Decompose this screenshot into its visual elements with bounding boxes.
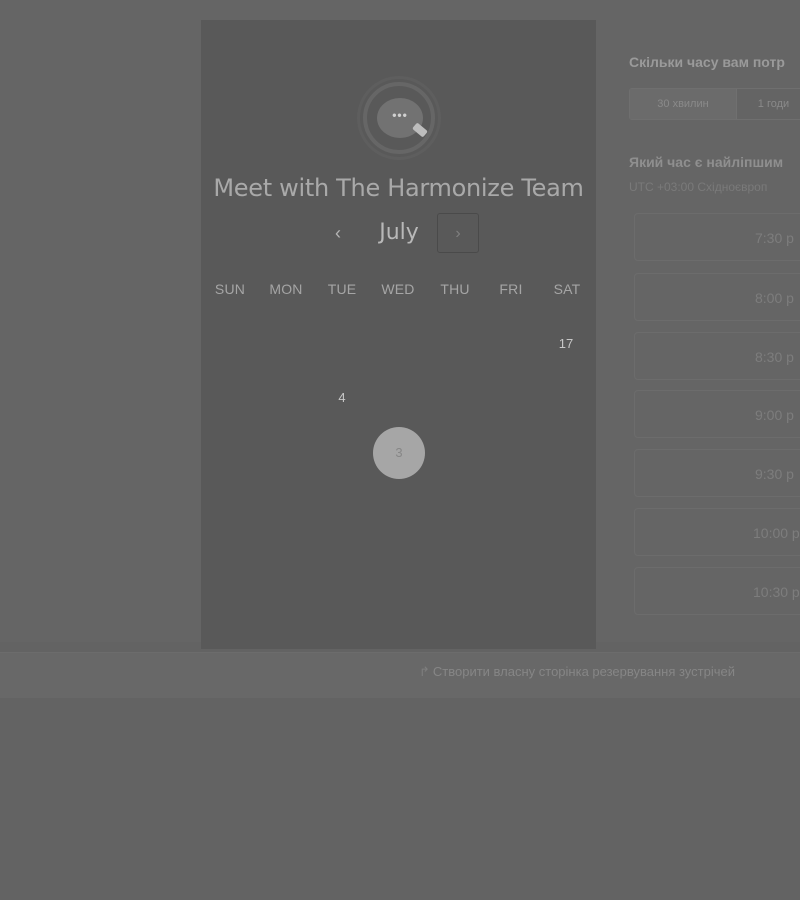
- weekday-thu: THU: [440, 281, 470, 297]
- time-slot-button[interactable]: 8:30 p: [634, 332, 800, 380]
- calendar-day[interactable]: 4: [320, 390, 364, 410]
- time-slot-button[interactable]: 10:30 p: [634, 567, 800, 615]
- time-slot-label: 9:00 p: [755, 407, 794, 423]
- chevron-right-icon[interactable]: ›: [437, 213, 479, 253]
- time-slot-button[interactable]: 10:00 p: [634, 508, 800, 556]
- chat-dots: •••: [392, 108, 408, 122]
- harmonize-logo: •••: [357, 76, 441, 160]
- weekday-sun: SUN: [214, 281, 246, 297]
- time-slot-label: 8:00 p: [755, 290, 794, 306]
- month-navigator: ‹ July ›: [201, 212, 596, 256]
- time-slot-button[interactable]: 9:00 p: [634, 390, 800, 438]
- duration-selector: 30 хвилин 1 годи: [629, 88, 800, 120]
- duration-option[interactable]: 1 годи: [737, 89, 800, 119]
- create-booking-page-label: Створити власну сторінка резервування зу…: [432, 664, 735, 679]
- create-booking-page-link[interactable]: ↱ Створити власну сторінка резервування з…: [419, 664, 735, 680]
- calendar-day-selected[interactable]: 3: [373, 427, 425, 479]
- time-slot-label: 7:30 p: [755, 230, 794, 246]
- weekday-mon: MON: [269, 281, 303, 297]
- calendar-day[interactable]: 17: [544, 336, 588, 356]
- time-question: Який час є найліпшим: [629, 154, 784, 170]
- time-slot-button[interactable]: 9:30 p: [634, 449, 800, 497]
- duration-question: Скільки часу вам потр: [629, 54, 785, 70]
- time-slot-button[interactable]: 7:30 p: [634, 213, 800, 261]
- time-slot-label: 10:30 p: [753, 584, 800, 600]
- weekday-tue: TUE: [327, 281, 357, 297]
- weekday-header: SUN MON TUE WED THU FRI SAT: [201, 281, 596, 301]
- chevron-left-icon[interactable]: ‹: [326, 222, 350, 246]
- weekday-wed: WED: [381, 281, 415, 297]
- branch-icon: ↱: [419, 664, 430, 679]
- weekday-fri: FRI: [499, 281, 523, 297]
- time-slot-label: 9:30 p: [755, 466, 794, 482]
- time-slot-label: 8:30 p: [755, 349, 794, 365]
- month-label: July: [379, 220, 419, 245]
- time-slot-label: 10:00 p: [753, 525, 800, 541]
- timezone-label[interactable]: UTC +03:00 Східноєвроп: [629, 180, 767, 194]
- time-slot-button[interactable]: 8:00 p: [634, 273, 800, 321]
- duration-option[interactable]: 30 хвилин: [630, 89, 736, 119]
- meeting-title: Meet with The Harmonize Team: [213, 174, 584, 202]
- weekday-sat: SAT: [553, 281, 581, 297]
